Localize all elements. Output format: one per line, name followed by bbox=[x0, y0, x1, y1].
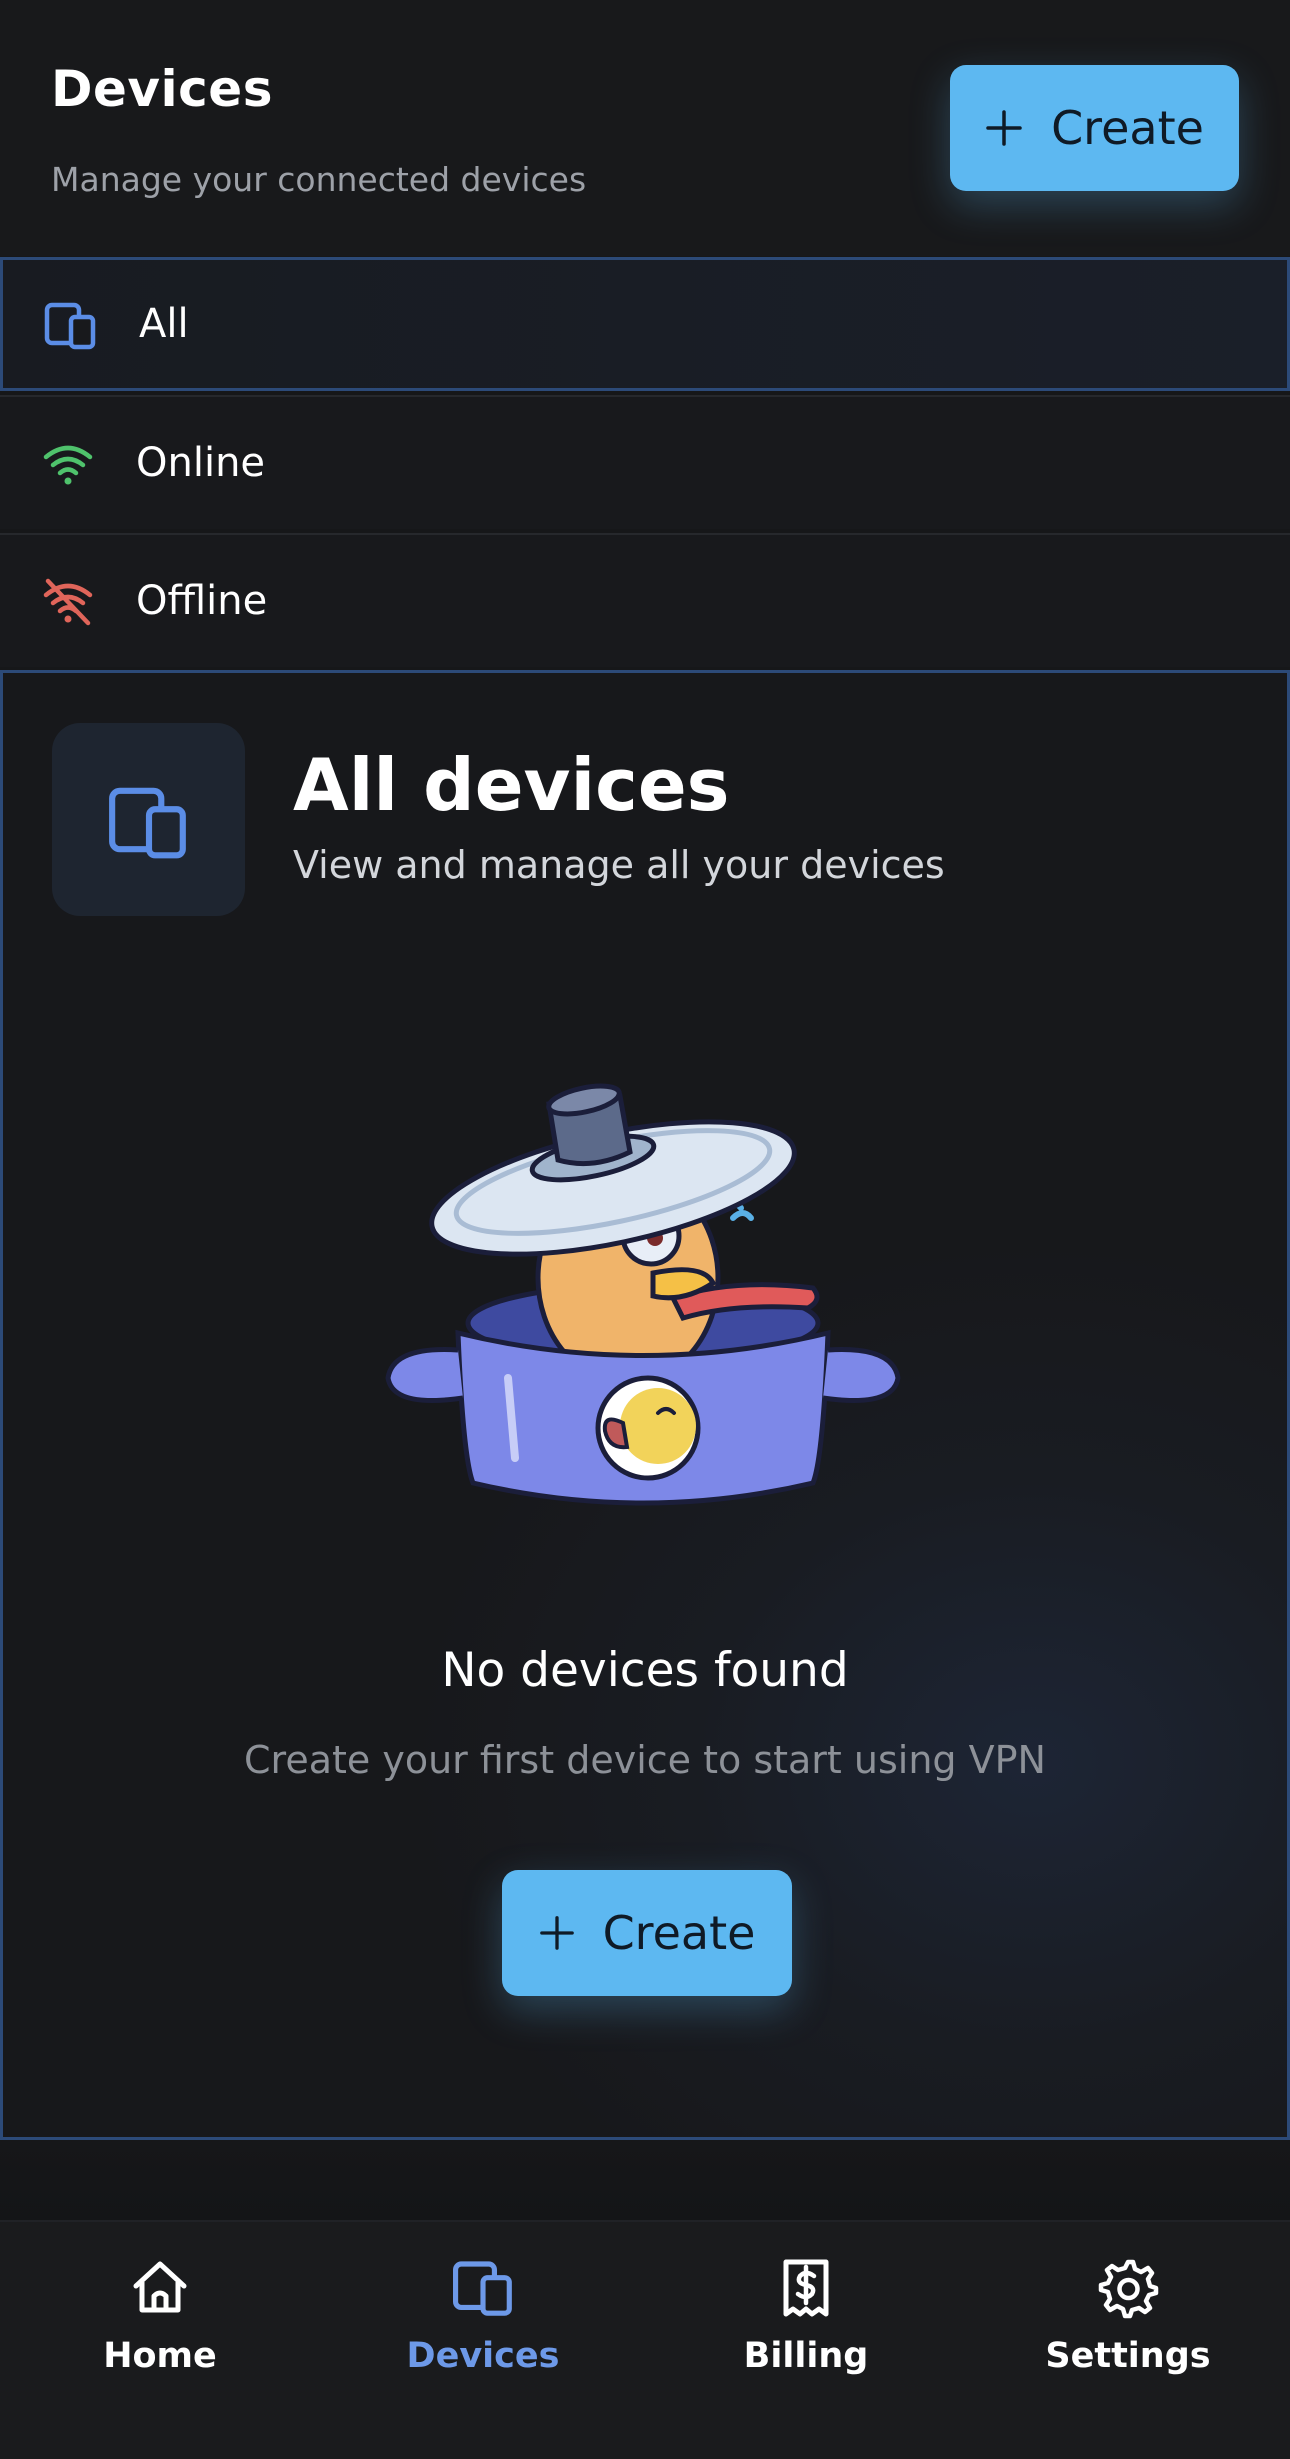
filter-offline-label: Offline bbox=[136, 578, 268, 624]
nav-item-devices[interactable]: Devices bbox=[363, 2256, 603, 2406]
filter-all[interactable]: All bbox=[0, 257, 1290, 391]
devices-icon bbox=[108, 787, 186, 858]
panel-icon-box bbox=[52, 723, 245, 916]
create-button-label: Create bbox=[1051, 101, 1204, 155]
empty-state-illustration bbox=[385, 1083, 901, 1506]
plus-icon bbox=[986, 110, 1022, 146]
create-button-label: Create bbox=[602, 1906, 756, 1960]
devices-icon bbox=[453, 2261, 512, 2316]
page-title: Devices bbox=[51, 60, 273, 118]
nav-item-billing[interactable]: Billing bbox=[686, 2256, 926, 2406]
nav-label-home: Home bbox=[103, 2336, 217, 2376]
nav-item-settings[interactable]: Settings bbox=[1008, 2256, 1248, 2406]
home-icon bbox=[133, 2261, 187, 2313]
nav-label-devices: Devices bbox=[406, 2336, 560, 2376]
wifi-off-icon bbox=[43, 578, 93, 626]
content-bottom-spacer bbox=[0, 2140, 1290, 2220]
bottom-navigation: Home Devices Billing Settings bbox=[0, 2220, 1290, 2459]
page-header: Devices Manage your connected devices Cr… bbox=[0, 0, 1290, 256]
panel-subtitle: View and manage all your devices bbox=[293, 843, 945, 887]
empty-state-title: No devices found bbox=[441, 1643, 849, 1698]
filter-online-label: Online bbox=[136, 440, 266, 486]
page-subtitle: Manage your connected devices bbox=[51, 160, 587, 199]
empty-state-create-button[interactable]: Create bbox=[502, 1870, 792, 1996]
filter-all-label: All bbox=[139, 301, 189, 347]
panel-title: All devices bbox=[293, 743, 730, 827]
wifi-icon bbox=[43, 445, 93, 485]
header-create-button[interactable]: Create bbox=[950, 65, 1239, 191]
devices-screen: Devices Manage your connected devices Cr… bbox=[0, 0, 1290, 2459]
devices-icon bbox=[44, 302, 96, 350]
nav-item-home[interactable]: Home bbox=[40, 2256, 280, 2406]
filter-offline[interactable]: Offline bbox=[0, 533, 1290, 667]
receipt-dollar-icon bbox=[783, 2259, 829, 2317]
nav-label-billing: Billing bbox=[743, 2336, 869, 2376]
gear-icon bbox=[1098, 2259, 1159, 2319]
empty-state-subtitle: Create your first device to start using … bbox=[244, 1738, 1046, 1782]
nav-label-settings: Settings bbox=[1045, 2336, 1211, 2376]
devices-panel: All devices View and manage all your dev… bbox=[0, 670, 1290, 2140]
plus-icon bbox=[539, 1916, 574, 1950]
filter-online[interactable]: Online bbox=[0, 395, 1290, 529]
